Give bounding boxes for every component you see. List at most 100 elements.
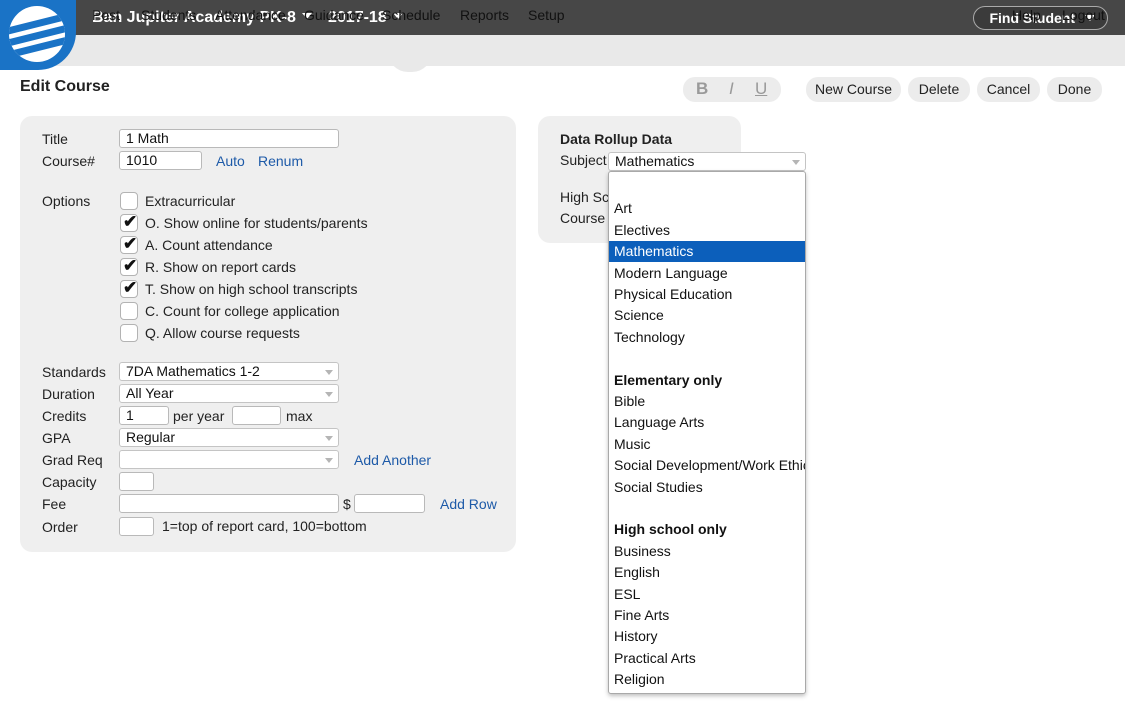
option-label: Q. Allow course requests [145, 325, 300, 341]
course-number-input[interactable]: 1010 [119, 151, 202, 170]
dropdown-option[interactable]: History [609, 626, 805, 647]
dropdown-option[interactable]: Practical Arts [609, 648, 805, 669]
delete-button[interactable]: Delete [908, 77, 970, 102]
nav-reports[interactable]: Reports [460, 7, 509, 23]
option-label: A. Count attendance [145, 237, 273, 253]
option-checkbox[interactable] [120, 302, 138, 320]
option-checkbox[interactable] [120, 192, 138, 210]
grad-req-label: Grad Req [42, 452, 103, 468]
rollup-title: Data Rollup Data [560, 131, 673, 147]
dropdown-option[interactable]: Modern Language [609, 263, 805, 284]
grad-req-select[interactable] [119, 450, 339, 469]
dropdown-option[interactable]: Social Development/Work Ethic [609, 455, 805, 476]
dropdown-option[interactable]: Business [609, 541, 805, 562]
max-credits-input[interactable] [232, 406, 281, 425]
fee-description-input[interactable] [119, 494, 339, 513]
dropdown-option[interactable]: Bible [609, 391, 805, 412]
underline-button[interactable]: U [755, 79, 767, 99]
option-checkbox[interactable]: ✔ [120, 212, 138, 232]
dropdown-option[interactable]: Physical Education [609, 284, 805, 305]
dropdown-option[interactable] [609, 348, 805, 369]
subject-value: Mathematics [615, 153, 695, 169]
option-label: O. Show online for students/parents [145, 215, 368, 231]
text-format-group: B I U [683, 77, 781, 102]
nav-guidance[interactable]: Guidance [304, 7, 364, 23]
order-label: Order [42, 519, 78, 535]
dropdown-option[interactable]: Religion [609, 669, 805, 690]
option-label: T. Show on high school transcripts [145, 281, 358, 297]
gpa-select[interactable]: Regular [119, 428, 339, 447]
nav-logout[interactable]: Logout [1062, 7, 1105, 23]
nav-attendance[interactable]: Attendance [215, 7, 286, 23]
course-number-label: Course# [42, 153, 95, 169]
checkmark-icon: ✔ [123, 278, 138, 297]
dropdown-arrow-icon [792, 160, 800, 165]
nav-schedule[interactable]: Schedule [382, 7, 440, 23]
title-label: Title [42, 131, 68, 147]
course-label: Course [560, 210, 606, 226]
standards-select[interactable]: 7DA Mathematics 1-2 [119, 362, 339, 381]
option-checkbox[interactable]: ✔ [120, 234, 138, 254]
dropdown-option[interactable]: ESL [609, 584, 805, 605]
nav-tab-indicator [388, 52, 432, 72]
option-checkbox[interactable]: ✔ [120, 278, 138, 298]
fee-label: Fee [42, 496, 67, 512]
dropdown-option[interactable]: Social Studies [609, 477, 805, 498]
nav-students[interactable]: Students [141, 7, 196, 23]
subject-select[interactable]: Mathematics [608, 152, 806, 171]
auto-link[interactable]: Auto [216, 153, 245, 169]
option-checkbox[interactable] [120, 324, 138, 342]
credits-input[interactable]: 1 [119, 406, 169, 425]
dropdown-arrow-icon [325, 436, 333, 441]
nav-setup[interactable]: Setup [528, 7, 565, 23]
dropdown-option[interactable]: Language Arts [609, 412, 805, 433]
duration-select[interactable]: All Year [119, 384, 339, 403]
page-title: Edit Course [20, 78, 110, 95]
dropdown-option[interactable]: Electives [609, 220, 805, 241]
max-label: max [286, 408, 313, 424]
dropdown-option[interactable]: English [609, 562, 805, 583]
dropdown-group-header: Elementary only [614, 371, 723, 388]
dropdown-option[interactable] [609, 177, 805, 198]
nav-bar [0, 35, 1125, 66]
standards-value: 7DA Mathematics 1-2 [126, 363, 260, 379]
per-year-label: per year [173, 408, 225, 424]
gpa-value: Regular [126, 429, 176, 445]
order-input[interactable] [119, 517, 154, 536]
gpa-label: GPA [42, 430, 71, 446]
add-another-link[interactable]: Add Another [354, 452, 431, 468]
subject-dropdown-list: Art Electives Mathematics Modern Language Ph… [608, 171, 806, 694]
dropdown-option[interactable]: Music [609, 434, 805, 455]
capacity-input[interactable] [119, 472, 154, 491]
title-input[interactable]: 1 Math [119, 129, 339, 148]
dollar-sign: $ [343, 496, 351, 512]
options-label: Options [42, 193, 91, 209]
checkmark-icon: ✔ [123, 234, 138, 253]
fee-amount-input[interactable] [354, 494, 425, 513]
bold-button[interactable]: B [696, 79, 708, 99]
nav-post[interactable]: Post [92, 7, 120, 23]
nav-help[interactable]: Help [1012, 7, 1041, 23]
dropdown-option[interactable] [609, 498, 805, 519]
cancel-button[interactable]: Cancel [977, 77, 1040, 102]
dropdown-option[interactable]: Technology [609, 327, 805, 348]
dropdown-option[interactable]: Mathematics [609, 241, 805, 263]
order-hint: 1=top of report card, 100=bottom [162, 518, 367, 534]
italic-button[interactable]: I [729, 79, 734, 99]
done-button[interactable]: Done [1047, 77, 1102, 102]
duration-label: Duration [42, 386, 95, 402]
dropdown-group-header: High school only [614, 521, 727, 538]
capacity-label: Capacity [42, 474, 97, 490]
renum-link[interactable]: Renum [258, 153, 303, 169]
dropdown-option[interactable]: Art [609, 198, 805, 219]
option-checkbox[interactable]: ✔ [120, 256, 138, 276]
option-label: Extracurricular [145, 193, 236, 209]
dropdown-option[interactable]: Science [609, 305, 805, 326]
checkmark-icon: ✔ [123, 256, 138, 275]
new-course-button[interactable]: New Course [806, 77, 901, 102]
dropdown-arrow-icon [325, 370, 333, 375]
standards-label: Standards [42, 364, 106, 380]
add-row-link[interactable]: Add Row [440, 496, 497, 512]
logo-globe-icon [9, 6, 65, 62]
dropdown-option[interactable]: Fine Arts [609, 605, 805, 626]
